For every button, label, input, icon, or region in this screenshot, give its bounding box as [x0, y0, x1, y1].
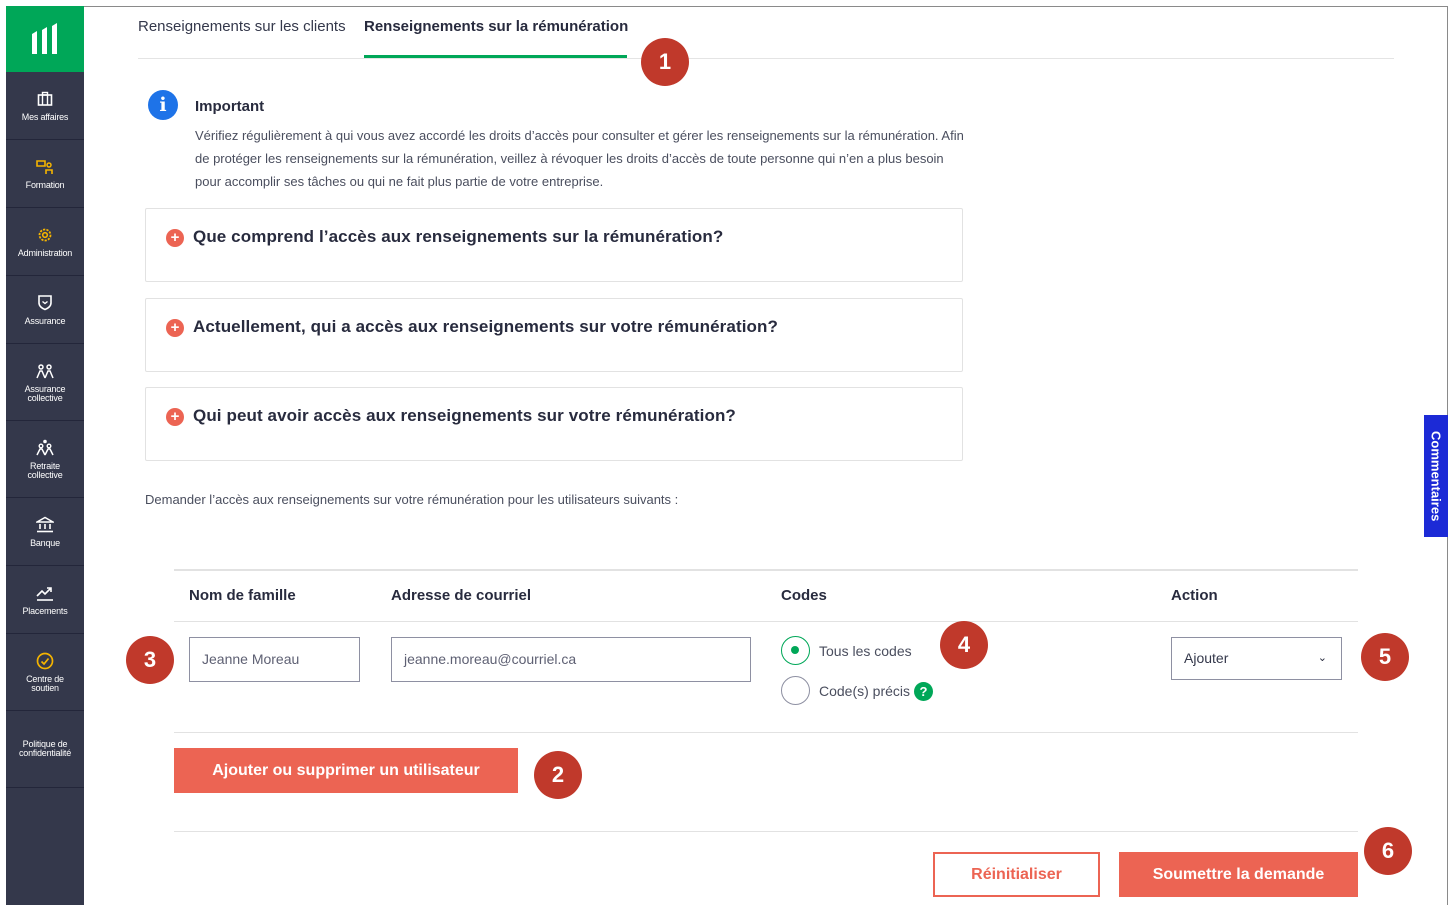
briefcase-icon [36, 90, 54, 108]
sidebar-item-label: Mes affaires [21, 111, 69, 122]
callout-badge-6: 6 [1364, 827, 1412, 875]
last-name-input[interactable]: Jeanne Moreau [189, 637, 360, 682]
column-header-codes: Codes [781, 587, 827, 604]
accordion-label: Actuellement, qui a accès aux renseignem… [193, 317, 778, 336]
email-input[interactable]: jeanne.moreau@courriel.ca [391, 637, 751, 682]
column-header-action: Action [1171, 587, 1218, 604]
plus-icon: + [166, 229, 184, 247]
action-select-value: Ajouter [1184, 650, 1229, 666]
bank-icon [36, 516, 54, 534]
callout-badge-4: 4 [940, 621, 988, 669]
table-top-border [174, 569, 1358, 571]
sidebar-item-retraite-collective[interactable]: Retraite collective [6, 421, 84, 498]
radio-specific-codes[interactable] [781, 676, 810, 705]
chevron-down-icon: ⌄ [1317, 652, 1327, 664]
request-intro: Demander l’accès aux renseignements sur … [145, 492, 679, 507]
submit-request-button[interactable]: Soumettre la demande [1119, 852, 1358, 897]
add-remove-user-button[interactable]: Ajouter ou supprimer un utilisateur [174, 748, 518, 793]
form-footer-divider [174, 831, 1358, 832]
sidebar-item-label: Administration [17, 247, 73, 258]
callout-badge-5: 5 [1361, 633, 1409, 681]
active-tab-indicator [364, 55, 627, 58]
sidebar-item-administration[interactable]: Administration [6, 208, 84, 276]
sidebar-item-label: Banque [30, 537, 60, 548]
radio-all-codes-label[interactable]: Tous les codes [819, 643, 912, 659]
chart-up-icon [36, 584, 54, 602]
sidebar-item-mes-affaires[interactable]: Mes affaires [6, 72, 84, 140]
callout-badge-1: 1 [641, 38, 689, 86]
plus-icon: + [166, 408, 184, 426]
sidebar-item-label: Assurance [24, 315, 66, 326]
callout-badge-3: 3 [126, 636, 174, 684]
help-icon[interactable]: ? [914, 682, 933, 701]
sidebar-item-label: Centre de soutien [26, 673, 64, 693]
manulife-logo-icon[interactable] [6, 6, 84, 72]
sidebar-item-label: Politique de confidentialité [18, 739, 72, 758]
sidebar-item-label: Retraite collective [27, 460, 63, 480]
sidebar-item-politique[interactable]: Politique de confidentialité [6, 711, 84, 788]
group-icon [36, 362, 54, 380]
sidebar-item-assurance-collective[interactable]: Assurance collective [6, 344, 84, 421]
sidebar-item-assurance[interactable]: Assurance [6, 276, 84, 344]
sidebar-item-banque[interactable]: Banque [6, 498, 84, 566]
sidebar-item-label: Placements [22, 605, 68, 616]
notice-title: Important [195, 98, 265, 115]
table-row-divider [174, 732, 1358, 733]
radio-specific-codes-label[interactable]: Code(s) précis [819, 683, 910, 699]
action-select[interactable]: Ajouter ⌄ [1171, 637, 1342, 680]
callout-badge-2: 2 [534, 751, 582, 799]
accordion-current-access[interactable]: + Actuellement, qui a accès aux renseign… [145, 298, 963, 372]
retirement-icon [36, 439, 54, 457]
sidebar-item-centre-de-soutien[interactable]: Centre de soutien [6, 634, 84, 711]
tab-clients[interactable]: Renseignements sur les clients [138, 18, 346, 58]
accordion-label: Qui peut avoir accès aux renseignements … [193, 406, 736, 425]
frame-border [84, 6, 1448, 7]
feedback-tab[interactable]: Commentaires [1424, 415, 1448, 537]
gear-icon [36, 226, 54, 244]
accordion-access-scope[interactable]: + Que comprend l’accès aux renseignement… [145, 208, 963, 282]
notice-text: Vérifiez régulièrement à qui vous avez a… [195, 128, 964, 189]
column-header-name: Nom de famille [189, 587, 296, 604]
table-header-divider [174, 621, 1358, 622]
info-icon: i [148, 90, 178, 120]
sidebar-item-label: Formation [25, 179, 65, 190]
sidebar-item-label: Assurance collective [24, 383, 66, 403]
tabs-divider [138, 58, 1394, 59]
sidebar-item-placements[interactable]: Placements [6, 566, 84, 634]
accordion-who-can-access[interactable]: + Qui peut avoir accès aux renseignement… [145, 387, 963, 461]
sidebar: Mes affaires Formation Administration As… [6, 6, 84, 905]
tab-remuneration[interactable]: Renseignements sur la rémunération [364, 18, 628, 58]
accordion-label: Que comprend l’accès aux renseignements … [193, 227, 724, 246]
column-header-email: Adresse de courriel [391, 587, 532, 604]
plus-icon: + [166, 319, 184, 337]
training-icon [36, 158, 54, 176]
shield-icon [36, 294, 54, 312]
feedback-label: Commentaires [1428, 430, 1444, 522]
check-circle-icon [36, 652, 54, 670]
reset-button[interactable]: Réinitialiser [933, 852, 1100, 897]
sidebar-item-formation[interactable]: Formation [6, 140, 84, 208]
radio-all-codes[interactable] [781, 636, 810, 665]
